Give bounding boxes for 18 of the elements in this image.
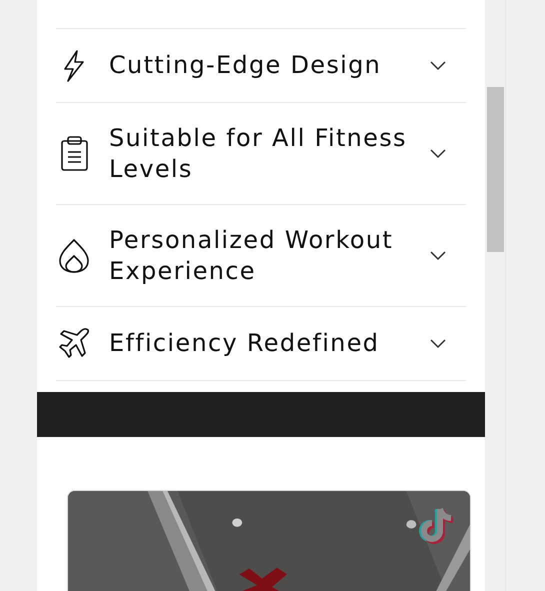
music-note-icon (418, 505, 454, 547)
accordion-item[interactable]: Efficiency Redefined (56, 307, 466, 381)
lightning-bolt-icon (62, 48, 86, 82)
accordion-title: Cutting-Edge Design (109, 50, 382, 81)
chevron-icon (430, 60, 446, 70)
clipboard-icon (60, 136, 88, 171)
flame-icon (58, 238, 90, 274)
scrollbar-thumb[interactable] (486, 87, 504, 252)
accordion-item[interactable]: Cutting-Edge Design (56, 29, 466, 103)
chevron-icon (430, 338, 446, 348)
accordion-item[interactable]: Personalized Workout Experience (56, 205, 466, 307)
airplane-icon (58, 327, 90, 360)
accordion-title: Personalized Workout Experience (109, 224, 394, 286)
chevron-icon (430, 148, 446, 158)
accordion-title: Efficiency Redefined (109, 328, 380, 359)
accordion-item[interactable]: Suitable for All Fitness Levels (56, 103, 466, 205)
chevron-icon (430, 250, 446, 260)
accordion-title: Suitable for All Fitness Levels (109, 122, 408, 184)
